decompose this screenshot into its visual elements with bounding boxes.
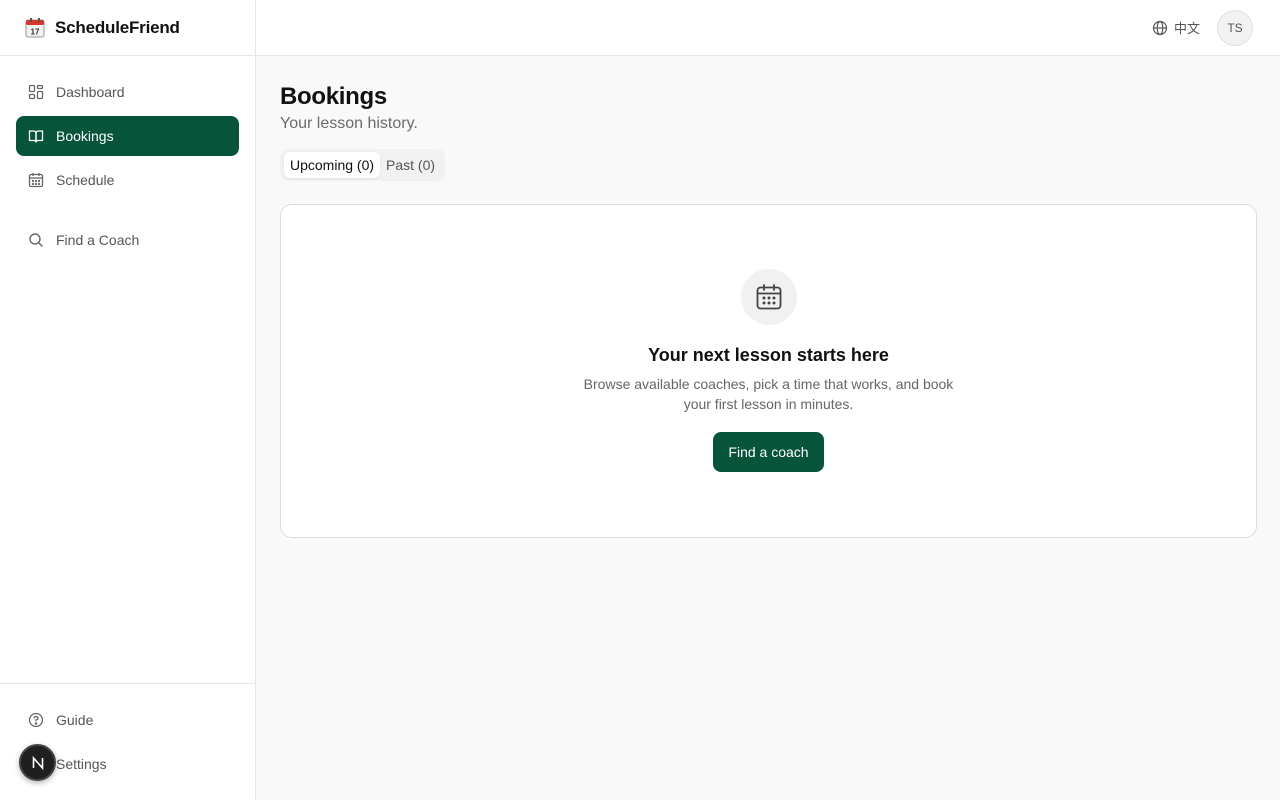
search-icon <box>28 232 44 248</box>
language-label: 中文 <box>1173 21 1200 36</box>
calendar-icon <box>756 284 781 310</box>
sidebar-item-label: Schedule <box>56 172 115 188</box>
svg-text:17: 17 <box>31 27 40 36</box>
app-name: ScheduleFriend <box>55 17 180 37</box>
globe-icon <box>1152 20 1168 36</box>
help-circle-icon <box>28 712 44 728</box>
tab-past[interactable]: Past (0) <box>380 152 441 178</box>
empty-state-description: Browse available coaches, pick a time th… <box>583 376 954 412</box>
sidebar: 17 ScheduleFriend Dashboard Bookings Sch… <box>0 0 256 800</box>
brand[interactable]: 17 ScheduleFriend <box>0 0 255 56</box>
bookings-tabs: Upcoming (0) Past (0) <box>280 149 446 181</box>
top-bar: 中文 TS <box>256 0 1280 56</box>
sidebar-item-label: Dashboard <box>56 84 125 100</box>
empty-state-title: Your next lesson starts here <box>648 345 889 365</box>
sidebar-bottom: Guide Settings <box>0 683 255 800</box>
sidebar-item-bookings[interactable]: Bookings <box>16 116 239 156</box>
app-root: 17 ScheduleFriend Dashboard Bookings Sch… <box>0 0 1280 800</box>
empty-state-icon-wrap <box>740 269 797 325</box>
page-title: Bookings <box>280 83 387 110</box>
avatar[interactable]: TS <box>1217 10 1253 46</box>
n-logo-icon <box>32 755 43 770</box>
page-subtitle: Your lesson history. <box>280 115 418 132</box>
sidebar-item-dashboard[interactable]: Dashboard <box>16 72 239 112</box>
tab-upcoming[interactable]: Upcoming (0) <box>284 152 381 178</box>
language-switcher[interactable]: 中文 <box>1152 18 1200 37</box>
sidebar-item-label: Bookings <box>56 128 114 144</box>
floating-n-button[interactable] <box>19 744 56 781</box>
find-coach-button[interactable]: Find a coach <box>713 432 824 472</box>
dashboard-icon <box>28 84 44 100</box>
calendar-emoji-icon: 17 <box>24 17 46 39</box>
book-icon <box>28 128 44 144</box>
sidebar-item-schedule[interactable]: Schedule <box>16 160 239 200</box>
sidebar-nav: Dashboard Bookings Schedule Find a Coach <box>0 56 255 260</box>
main-content: Bookings Your lesson history. Upcoming (… <box>280 56 1257 538</box>
calendar-icon <box>28 172 44 188</box>
sidebar-item-guide[interactable]: Guide <box>16 700 239 740</box>
sidebar-item-label: Settings <box>56 756 107 772</box>
sidebar-item-label: Guide <box>56 712 94 728</box>
sidebar-item-find-coach[interactable]: Find a Coach <box>16 220 239 260</box>
empty-state-card: Your next lesson starts here Browse avai… <box>280 204 1257 538</box>
sidebar-item-label: Find a Coach <box>56 232 140 248</box>
